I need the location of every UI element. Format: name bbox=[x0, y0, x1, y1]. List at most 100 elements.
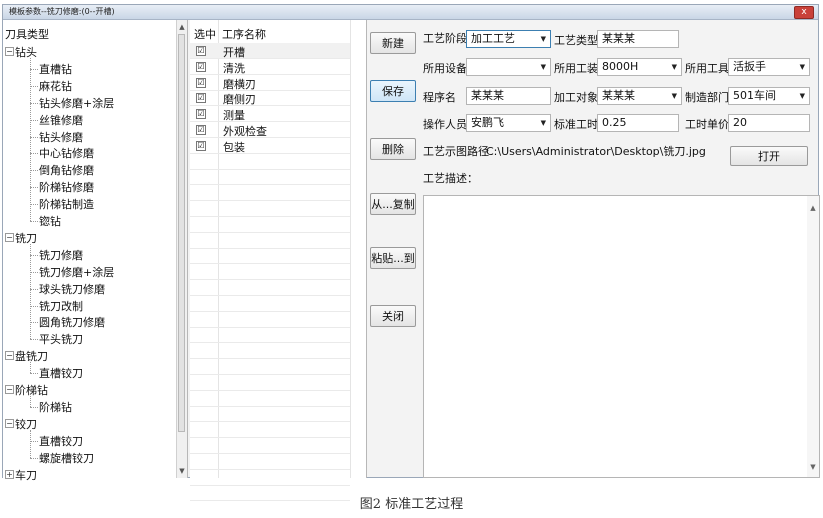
dropdown-arrow-icon: ▼ bbox=[540, 35, 546, 43]
operator-select[interactable]: 安鹏飞 ▼ bbox=[466, 114, 551, 132]
tree-connector bbox=[30, 204, 38, 206]
unit-price-field[interactable]: 20 bbox=[728, 114, 810, 132]
operator-label: 操作人员 bbox=[423, 118, 467, 131]
tree-item[interactable]: 圆角铣刀修磨 bbox=[39, 314, 105, 330]
close-window-button[interactable]: x bbox=[794, 6, 814, 19]
empty-row bbox=[190, 201, 350, 217]
operator-value: 安鹏飞 bbox=[471, 116, 504, 129]
tree-item[interactable]: 倒角钻修磨 bbox=[39, 162, 94, 178]
fixture-select[interactable]: 8000H ▼ bbox=[597, 58, 682, 76]
program-name-field[interactable]: 某某某 bbox=[466, 87, 551, 105]
collapse-icon[interactable]: − bbox=[5, 232, 14, 242]
delete-button[interactable]: 删除 bbox=[370, 138, 416, 160]
tree-category[interactable]: 车刀 bbox=[15, 467, 37, 483]
process-checkbox[interactable]: ☑ bbox=[196, 93, 206, 104]
empty-row bbox=[190, 327, 350, 344]
empty-row bbox=[190, 296, 350, 312]
dropdown-arrow-icon: ▼ bbox=[799, 63, 805, 71]
scroll-up-arrow-icon[interactable]: ▲ bbox=[177, 21, 187, 33]
description-scrollbar[interactable]: ▲ ▼ bbox=[807, 196, 819, 477]
tree-item[interactable]: 铣刀修磨 bbox=[39, 247, 83, 263]
equipment-label: 所用设备 bbox=[423, 62, 467, 75]
object-select[interactable]: 某某某 ▼ bbox=[597, 87, 682, 105]
save-button[interactable]: 保存 bbox=[370, 80, 416, 102]
tree-item[interactable]: 铣刀改制 bbox=[39, 298, 83, 314]
tree-item[interactable]: 直槽铰刀 bbox=[39, 433, 83, 449]
tool-type-tree: 刀具类型 钻头 − 直槽钻 麻花钻 钻头修磨+涂层 丝锥修磨 钻头修磨 中心钻修磨 倒角钻修磨阶… bbox=[3, 20, 188, 482]
process-row[interactable]: ☑ 清洗 bbox=[190, 59, 350, 75]
tree-item[interactable]: 中心钻修磨 bbox=[39, 145, 94, 161]
description-textarea[interactable]: ▲ ▼ bbox=[423, 195, 820, 478]
tree-item[interactable]: 阶梯钻制造 bbox=[39, 196, 94, 212]
process-name: 外观检查 bbox=[223, 125, 267, 138]
type-field[interactable]: 某某某 bbox=[597, 30, 679, 48]
tool-label: 所用工具 bbox=[685, 62, 729, 75]
tree-item[interactable]: 球头铣刀修磨 bbox=[39, 281, 105, 297]
window-title: 模板参数--铣刀修磨:(0--开槽) bbox=[9, 7, 115, 16]
std-hours-field[interactable]: 0.25 bbox=[597, 114, 679, 132]
tree-category[interactable]: 铰刀 bbox=[15, 416, 37, 432]
tree-connector bbox=[30, 136, 38, 138]
process-checkbox[interactable]: ☑ bbox=[196, 125, 206, 135]
tree-item[interactable]: 锪钻 bbox=[39, 213, 61, 229]
tree-scrollbar[interactable]: ▲ ▼ bbox=[176, 20, 187, 478]
tree-connector bbox=[30, 68, 38, 70]
tree-item[interactable]: 钻头修磨+涂层 bbox=[39, 95, 114, 111]
paste-to-button[interactable]: 粘贴...到 bbox=[370, 247, 416, 269]
tree-item[interactable]: 直槽铰刀 bbox=[39, 365, 83, 381]
process-checkbox[interactable]: ☑ bbox=[196, 140, 206, 151]
process-checkbox[interactable]: ☑ bbox=[196, 61, 206, 72]
expand-icon[interactable]: + bbox=[5, 469, 14, 479]
empty-row bbox=[190, 312, 350, 328]
tree-category[interactable]: 阶梯钻 bbox=[15, 382, 48, 398]
tree-connector bbox=[30, 187, 38, 189]
scroll-up-arrow-icon[interactable]: ▲ bbox=[807, 204, 819, 212]
empty-row bbox=[190, 154, 350, 170]
process-list: 选中 工序名称 ☑ 开槽 ☑ 清洗 ☑ 磨横刃 ☑ 磨侧刃 ☑ 测量 ☑ 外观检查 ☑ 包装 bbox=[190, 20, 367, 502]
equipment-select[interactable]: ▼ bbox=[466, 58, 551, 76]
process-row[interactable]: ☑ 开槽 bbox=[190, 43, 350, 59]
tree-item[interactable]: 钻头修磨 bbox=[39, 129, 83, 145]
tree-item[interactable]: 阶梯钻修磨 bbox=[39, 179, 94, 195]
tool-select[interactable]: 活扳手 ▼ bbox=[728, 58, 810, 76]
close-button[interactable]: 关闭 bbox=[370, 305, 416, 327]
process-checkbox[interactable]: ☑ bbox=[196, 109, 206, 120]
stage-select[interactable]: 加工工艺 ▼ bbox=[466, 30, 551, 48]
tree-category[interactable]: 铣刀 bbox=[15, 230, 37, 246]
collapse-icon[interactable]: − bbox=[5, 47, 14, 56]
stage-label: 工艺阶段 bbox=[423, 32, 467, 45]
tool-value: 活扳手 bbox=[733, 60, 766, 73]
scroll-down-arrow-icon[interactable]: ▼ bbox=[177, 465, 187, 477]
column-divider bbox=[350, 20, 351, 478]
process-row[interactable]: ☑ 外观检查 bbox=[190, 122, 350, 138]
description-label: 工艺描述： bbox=[423, 172, 478, 185]
process-row[interactable]: ☑ 磨横刃 bbox=[190, 75, 350, 91]
process-row[interactable]: ☑ 测量 bbox=[190, 106, 350, 123]
dept-select[interactable]: 501车间 ▼ bbox=[728, 87, 810, 105]
tree-category[interactable]: 钻头 bbox=[15, 44, 37, 60]
process-checkbox[interactable]: ☑ bbox=[196, 77, 206, 88]
copy-from-button[interactable]: 从...复制 bbox=[370, 193, 416, 215]
collapse-icon[interactable]: − bbox=[5, 385, 14, 394]
tree-item[interactable]: 平头铣刀 bbox=[39, 331, 83, 347]
collapse-icon[interactable]: − bbox=[5, 351, 14, 361]
tree-item[interactable]: 阶梯钻 bbox=[39, 399, 72, 415]
process-checkbox[interactable]: ☑ bbox=[196, 46, 206, 56]
tree-category[interactable]: 盘铣刀 bbox=[15, 348, 48, 364]
tree-item[interactable]: 螺旋槽铰刀 bbox=[39, 450, 94, 466]
tree-scroll-thumb[interactable] bbox=[178, 34, 185, 432]
process-row[interactable]: ☑ 包装 bbox=[190, 138, 350, 154]
open-button[interactable]: 打开 bbox=[730, 146, 808, 166]
tree-item[interactable]: 铣刀修磨+涂层 bbox=[39, 264, 114, 280]
type-label: 工艺类型 bbox=[554, 34, 598, 47]
tree-item[interactable]: 丝锥修磨 bbox=[39, 112, 83, 128]
scroll-down-arrow-icon[interactable]: ▼ bbox=[807, 463, 819, 471]
tree-item[interactable]: 直槽钻 bbox=[39, 61, 72, 77]
collapse-icon[interactable]: − bbox=[5, 418, 14, 428]
empty-row bbox=[190, 233, 350, 249]
process-row[interactable]: ☑ 磨侧刃 bbox=[190, 90, 350, 107]
new-button[interactable]: 新建 bbox=[370, 32, 416, 54]
unit-price-label: 工时单价 bbox=[685, 118, 729, 131]
tree-item[interactable]: 麻花钻 bbox=[39, 78, 72, 94]
empty-row bbox=[190, 185, 350, 202]
